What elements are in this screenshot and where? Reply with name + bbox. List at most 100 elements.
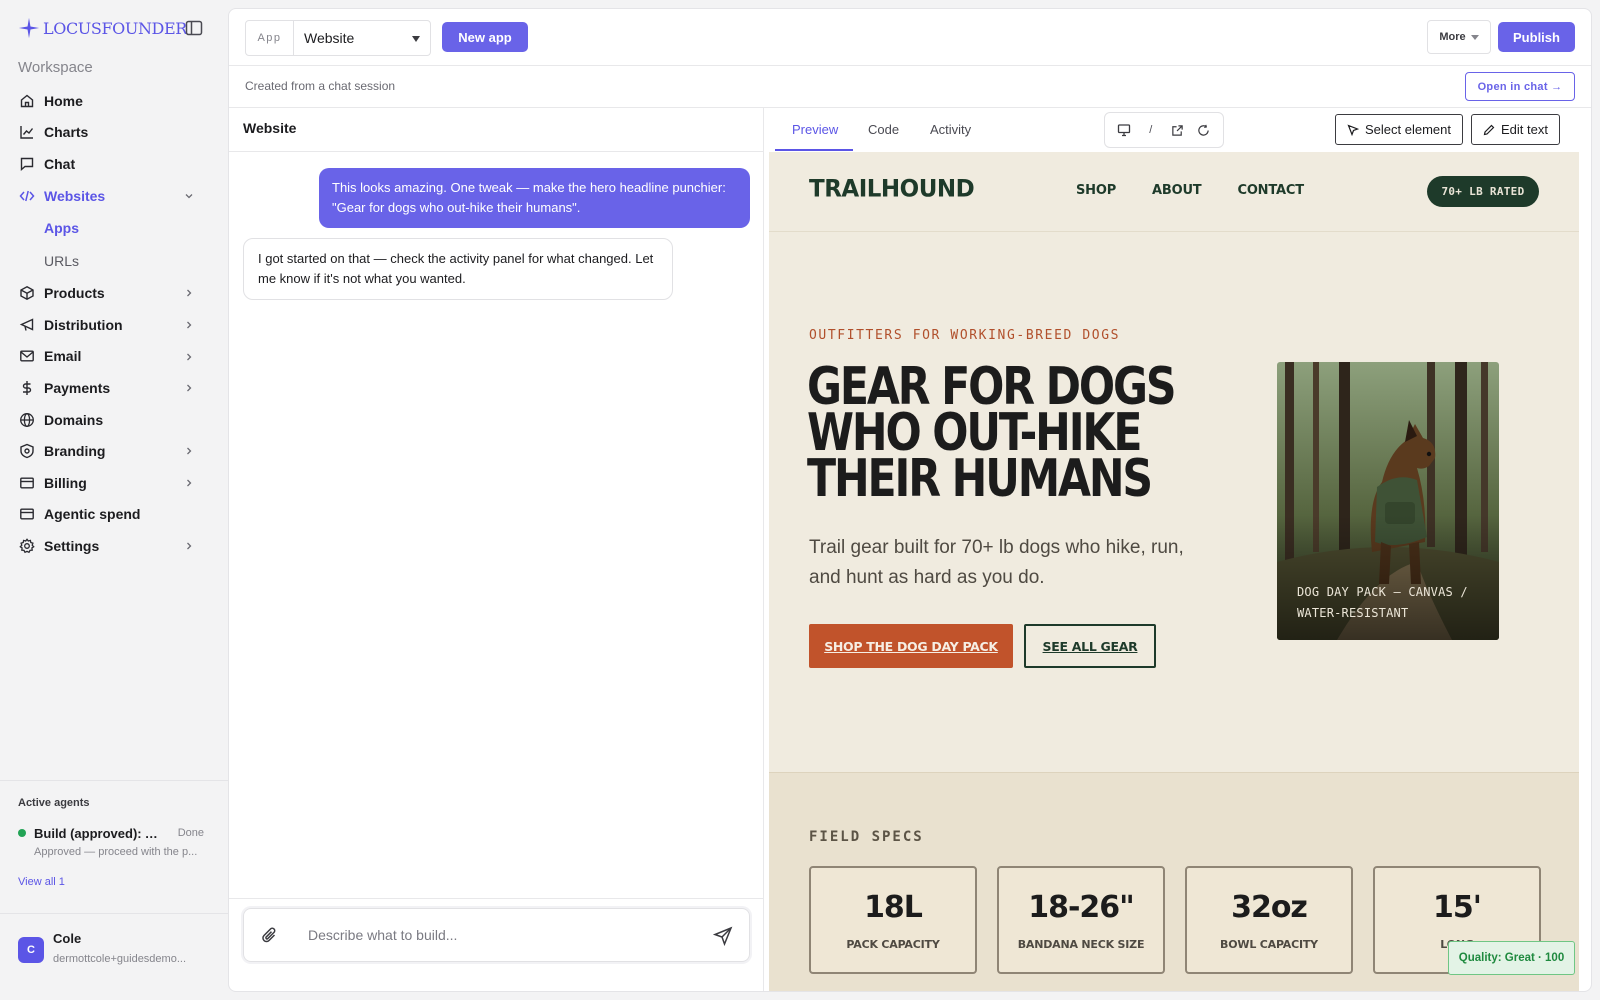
more-button[interactable]: More	[1427, 20, 1491, 54]
open-in-chat-button[interactable]: Open in chat →	[1465, 72, 1575, 101]
spec-card: 32oz BOWL CAPACITY	[1185, 866, 1353, 974]
chevron-right-icon	[187, 479, 192, 487]
quality-badge[interactable]: Quality: Great · 100	[1448, 941, 1575, 975]
hero-eyebrow: OUTFITTERS FOR WORKING-BREED DOGS	[809, 328, 1121, 343]
sidebar-item-label: Websites	[44, 187, 106, 204]
app-select[interactable]: App Website	[245, 20, 431, 56]
edit-text-button[interactable]: Edit text	[1471, 114, 1560, 145]
chat-input[interactable]	[308, 923, 688, 947]
desktop-icon[interactable]	[1116, 122, 1132, 138]
device-toolbar: /	[1104, 112, 1224, 148]
hero-image-caption: DOG DAY PACK — CANVAS / WATER-RESISTANT	[1297, 585, 1468, 620]
site-nav-about[interactable]: ABOUT	[1152, 183, 1202, 198]
sidebar-item-websites[interactable]: Websites	[0, 180, 228, 212]
app-select-value[interactable]: Website	[294, 21, 430, 55]
sidebar-item-distribution[interactable]: Distribution	[0, 309, 228, 341]
active-tab-indicator	[775, 149, 853, 151]
sidebar-item-label: Domains	[44, 411, 104, 428]
preview-header: Preview Code Activity / Select element E…	[765, 108, 1591, 152]
caret-down-icon	[1470, 34, 1479, 40]
tab-activity[interactable]: Activity	[930, 122, 971, 137]
sidebar-item-billing[interactable]: Billing	[0, 467, 228, 499]
divider	[0, 780, 228, 781]
avatar[interactable]: C	[18, 937, 44, 963]
external-link-icon[interactable]	[1169, 122, 1185, 138]
top-toolbar: App Website New app More Publish	[229, 9, 1591, 66]
code-icon	[18, 187, 35, 204]
app-select-label: App	[246, 21, 294, 55]
view-all-agents-link[interactable]: View all 1	[18, 876, 65, 888]
chat-icon	[18, 155, 35, 172]
sidebar-item-domains[interactable]: Domains	[0, 404, 228, 436]
publish-button[interactable]: Publish	[1498, 22, 1575, 52]
send-icon[interactable]	[713, 926, 733, 946]
site-nav-contact[interactable]: CONTACT	[1237, 183, 1304, 198]
sidebar-subitem-apps[interactable]: Apps	[0, 211, 228, 244]
tab-code[interactable]: Code	[868, 122, 899, 137]
chat-panel: Website This looks amazing. One tweak — …	[229, 108, 764, 991]
dollar-icon	[18, 379, 35, 396]
select-element-button[interactable]: Select element	[1335, 114, 1463, 145]
spec-value: 18-26"	[1028, 890, 1135, 925]
spec-value: 32oz	[1231, 890, 1308, 925]
chevron-right-icon	[187, 447, 192, 455]
hero-headline: GEAR FOR DOGS WHO OUT-HIKE THEIR HUMANS	[807, 357, 1177, 509]
divider	[0, 913, 228, 914]
box-icon	[18, 285, 35, 302]
sidebar-subitem-urls[interactable]: URLs	[0, 244, 228, 277]
agent-name: Build (approved): A...	[34, 825, 158, 841]
spec-card: 18-26" BANDANA NECK SIZE	[997, 866, 1165, 974]
sidebar-item-label: Email	[44, 348, 82, 365]
pencil-icon	[1483, 124, 1495, 135]
refresh-icon[interactable]	[1196, 122, 1212, 138]
sidebar-item-label: Payments	[44, 379, 111, 396]
sidebar-item-settings[interactable]: Settings	[0, 530, 228, 562]
chevron-right-icon	[187, 542, 192, 550]
chat-header: Website	[229, 108, 763, 152]
sidebar-item-agentic-spend[interactable]: Agentic spend	[0, 499, 228, 531]
sidebar-item-chat[interactable]: Chat	[0, 148, 228, 180]
see-all-gear-button[interactable]: SEE ALL GEAR	[1024, 624, 1156, 668]
tab-preview[interactable]: Preview	[792, 122, 838, 137]
sidebar-item-label: Products	[44, 285, 105, 302]
edit-text-label: Edit text	[1501, 122, 1548, 137]
sidebar-item-label: Branding	[44, 443, 106, 460]
shop-dog-day-pack-button[interactable]: SHOP THE DOG DAY PACK	[809, 624, 1013, 668]
logo[interactable]: LOCUSFOUNDER	[18, 14, 208, 42]
chat-composer	[243, 908, 750, 962]
site-nav-links: SHOP ABOUT CONTACT	[1076, 183, 1340, 198]
active-agents-title: Active agents	[18, 797, 90, 809]
chevron-right-icon	[187, 289, 192, 297]
site-preview[interactable]: TRAILHOUND SHOP ABOUT CONTACT 70+ LB RAT…	[769, 152, 1579, 991]
site-nav-shop[interactable]: SHOP	[1076, 183, 1116, 198]
sidebar-item-charts[interactable]: Charts	[0, 117, 228, 149]
preview-panel: Preview Code Activity / Select element E…	[765, 108, 1591, 991]
sidebar-item-payments[interactable]: Payments	[0, 372, 228, 404]
agent-item[interactable]: Build (approved): A... Done	[18, 824, 204, 842]
app-select-text: Website	[304, 30, 355, 46]
paperclip-icon[interactable]	[260, 926, 280, 946]
sidebar-item-label: Chat	[44, 155, 76, 172]
hero-lede: Trail gear built for 70+ lb dogs who hik…	[809, 537, 1184, 588]
session-origin-text: Created from a chat session	[245, 79, 396, 93]
user-email: dermottcole+guidesdemo...	[53, 953, 186, 965]
rated-badge: 70+ LB RATED	[1427, 176, 1539, 207]
workspace-label: Workspace	[18, 59, 93, 76]
brand-name: LOCUSFOUNDER	[43, 18, 187, 38]
sidebar-item-home[interactable]: Home	[0, 85, 228, 117]
agent-status: Done	[177, 827, 204, 839]
sidebar-item-label: Agentic spend	[44, 506, 141, 523]
sidebar-item-email[interactable]: Email	[0, 341, 228, 373]
card-icon	[18, 474, 35, 491]
sidebar-item-products[interactable]: Products	[0, 277, 228, 309]
site-brand[interactable]: TRAILHOUND	[809, 175, 975, 202]
new-app-button[interactable]: New app	[442, 22, 528, 52]
chevron-right-icon	[187, 353, 192, 361]
sidebar-item-label: Charts	[44, 124, 89, 141]
sidebar-item-branding[interactable]: Branding	[0, 435, 228, 467]
sub-toolbar: Created from a chat session Open in chat…	[229, 66, 1591, 108]
sidebar-toggle-icon[interactable]	[184, 18, 204, 38]
divider	[229, 898, 763, 899]
badge-icon	[18, 443, 35, 460]
spec-label: BOWL CAPACITY	[1220, 938, 1318, 951]
